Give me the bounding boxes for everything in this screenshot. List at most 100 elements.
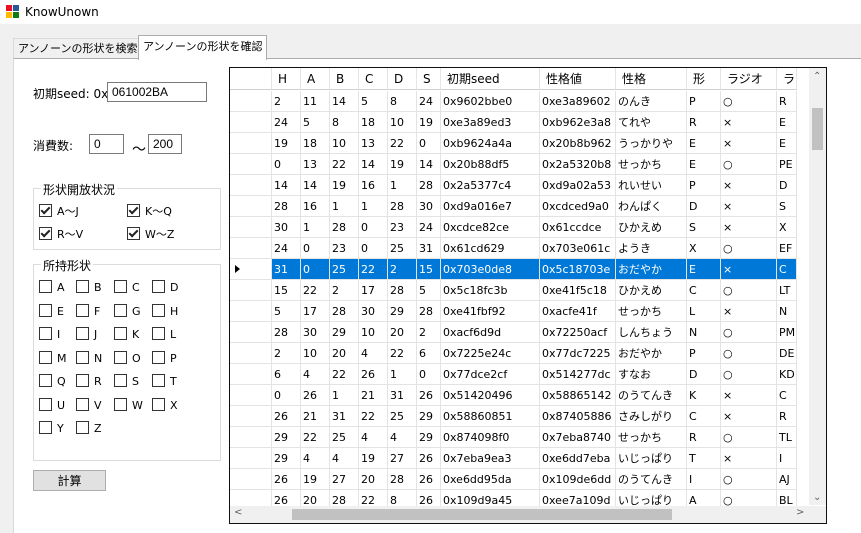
table-cell[interactable]: ○ bbox=[721, 427, 777, 448]
table-cell[interactable]: × bbox=[721, 112, 777, 133]
table-cell[interactable]: ○ bbox=[721, 322, 777, 343]
table-cell[interactable]: R bbox=[687, 427, 721, 448]
table-cell[interactable]: 0xe41f5c18 bbox=[540, 280, 616, 301]
column-header[interactable]: 初期seed bbox=[441, 68, 540, 90]
table-cell[interactable]: 4 bbox=[388, 427, 417, 448]
table-cell[interactable]: ○ bbox=[721, 469, 777, 490]
column-header[interactable]: ラジオ bbox=[721, 68, 777, 90]
table-cell[interactable]: うっかりや bbox=[616, 133, 687, 154]
table-cell[interactable]: 0xacf6d9d bbox=[441, 322, 540, 343]
table-cell[interactable]: 18 bbox=[301, 133, 330, 154]
table-cell[interactable]: × bbox=[721, 196, 777, 217]
table-cell[interactable]: 0xb962e3a8 bbox=[540, 112, 616, 133]
row-header[interactable] bbox=[230, 196, 272, 217]
owned-x-checkbox[interactable]: X bbox=[152, 397, 178, 412]
vertical-scrollbar[interactable]: ⌃ ⌄ bbox=[809, 68, 826, 505]
table-cell[interactable]: 0x9602bbe0 bbox=[441, 91, 540, 112]
table-cell[interactable]: 29 bbox=[272, 427, 301, 448]
table-cell[interactable]: さみしがり bbox=[616, 406, 687, 427]
table-cell[interactable]: 19 bbox=[417, 112, 441, 133]
vertical-scroll-thumb[interactable] bbox=[812, 108, 823, 150]
table-cell[interactable]: 4 bbox=[359, 343, 388, 364]
tab-search[interactable]: アンノーンの形状を検索 bbox=[13, 38, 143, 59]
table-cell[interactable]: 10 bbox=[359, 322, 388, 343]
table-cell[interactable]: E bbox=[777, 133, 797, 154]
table-cell[interactable]: のんき bbox=[616, 91, 687, 112]
table-cell[interactable]: 19 bbox=[359, 448, 388, 469]
table-cell[interactable]: 0x7eba8740 bbox=[540, 427, 616, 448]
table-cell[interactable]: 0xe41fbf92 bbox=[441, 301, 540, 322]
row-header[interactable] bbox=[230, 448, 272, 469]
table-cell[interactable]: 0xcdced9a0 bbox=[540, 196, 616, 217]
table-cell[interactable]: れいせい bbox=[616, 175, 687, 196]
scroll-up-icon[interactable]: ⌃ bbox=[813, 71, 821, 82]
row-header[interactable] bbox=[230, 364, 272, 385]
table-cell[interactable]: 29 bbox=[388, 301, 417, 322]
table-cell[interactable]: 23 bbox=[330, 238, 359, 259]
table-cell[interactable]: 25 bbox=[330, 427, 359, 448]
table-cell[interactable]: × bbox=[721, 385, 777, 406]
table-cell[interactable]: 0x72250acf bbox=[540, 322, 616, 343]
owned-f-checkbox[interactable]: F bbox=[76, 303, 100, 318]
table-cell[interactable]: 25 bbox=[330, 259, 359, 280]
table-cell[interactable]: 18 bbox=[359, 112, 388, 133]
owned-r-checkbox[interactable]: R bbox=[76, 374, 102, 388]
table-cell[interactable]: TL bbox=[777, 427, 797, 448]
table-cell[interactable]: 14 bbox=[330, 91, 359, 112]
table-cell[interactable]: E bbox=[687, 133, 721, 154]
owned-j-checkbox[interactable]: J bbox=[76, 327, 97, 341]
table-cell[interactable]: 10 bbox=[330, 133, 359, 154]
table-cell[interactable]: 11 bbox=[301, 91, 330, 112]
table-cell[interactable]: 21 bbox=[359, 385, 388, 406]
table-cell[interactable]: 20 bbox=[359, 469, 388, 490]
owned-b-checkbox[interactable]: B bbox=[76, 280, 102, 294]
table-cell[interactable]: C bbox=[777, 385, 797, 406]
table-cell[interactable]: D bbox=[687, 196, 721, 217]
table-cell[interactable]: 2 bbox=[272, 91, 301, 112]
table-cell[interactable]: 28 bbox=[388, 196, 417, 217]
table-cell[interactable]: 31 bbox=[330, 406, 359, 427]
table-cell[interactable]: P bbox=[687, 175, 721, 196]
table-cell[interactable]: 28 bbox=[388, 469, 417, 490]
table-cell[interactable]: 8 bbox=[388, 91, 417, 112]
table-cell[interactable]: 4 bbox=[301, 364, 330, 385]
table-cell[interactable]: AJ bbox=[777, 469, 797, 490]
table-cell[interactable]: 5 bbox=[359, 91, 388, 112]
open-r-v-checkbox[interactable]: R～V bbox=[39, 226, 83, 242]
table-cell[interactable]: 20 bbox=[330, 343, 359, 364]
column-header[interactable]: S bbox=[417, 68, 441, 90]
table-cell[interactable]: 0x2a5377c4 bbox=[441, 175, 540, 196]
table-cell[interactable]: 0xd9a016e7 bbox=[441, 196, 540, 217]
table-cell[interactable]: 13 bbox=[301, 154, 330, 175]
table-cell[interactable]: 0x7eba9ea3 bbox=[441, 448, 540, 469]
table-cell[interactable]: 8 bbox=[330, 112, 359, 133]
table-cell[interactable]: 22 bbox=[388, 343, 417, 364]
column-header[interactable]: 性格値 bbox=[540, 68, 616, 90]
row-header[interactable] bbox=[230, 133, 272, 154]
owned-q-checkbox[interactable]: Q bbox=[39, 374, 66, 388]
table-cell[interactable]: P bbox=[687, 91, 721, 112]
row-header[interactable] bbox=[230, 112, 272, 133]
owned-p-checkbox[interactable]: P bbox=[152, 350, 177, 365]
table-cell[interactable]: D bbox=[687, 364, 721, 385]
table-cell[interactable]: わんぱく bbox=[616, 196, 687, 217]
table-cell[interactable]: 10 bbox=[388, 112, 417, 133]
table-cell[interactable]: 15 bbox=[272, 280, 301, 301]
table-cell[interactable]: 25 bbox=[388, 238, 417, 259]
table-cell[interactable]: ひかえめ bbox=[616, 280, 687, 301]
table-cell[interactable]: 19 bbox=[388, 154, 417, 175]
table-cell[interactable]: 27 bbox=[388, 448, 417, 469]
table-cell[interactable]: × bbox=[721, 259, 777, 280]
column-header[interactable]: ラ bbox=[777, 68, 797, 90]
table-cell[interactable]: 24 bbox=[417, 217, 441, 238]
row-header[interactable] bbox=[230, 301, 272, 322]
table-cell[interactable]: LT bbox=[777, 280, 797, 301]
table-cell[interactable]: R bbox=[687, 112, 721, 133]
table-cell[interactable]: 4 bbox=[330, 448, 359, 469]
table-cell[interactable]: 0x77dc7225 bbox=[540, 343, 616, 364]
table-cell[interactable]: ようき bbox=[616, 238, 687, 259]
table-cell[interactable]: 19 bbox=[330, 175, 359, 196]
table-cell[interactable]: 0xcdce82ce bbox=[441, 217, 540, 238]
column-header[interactable]: A bbox=[301, 68, 330, 90]
column-header[interactable]: B bbox=[330, 68, 359, 90]
